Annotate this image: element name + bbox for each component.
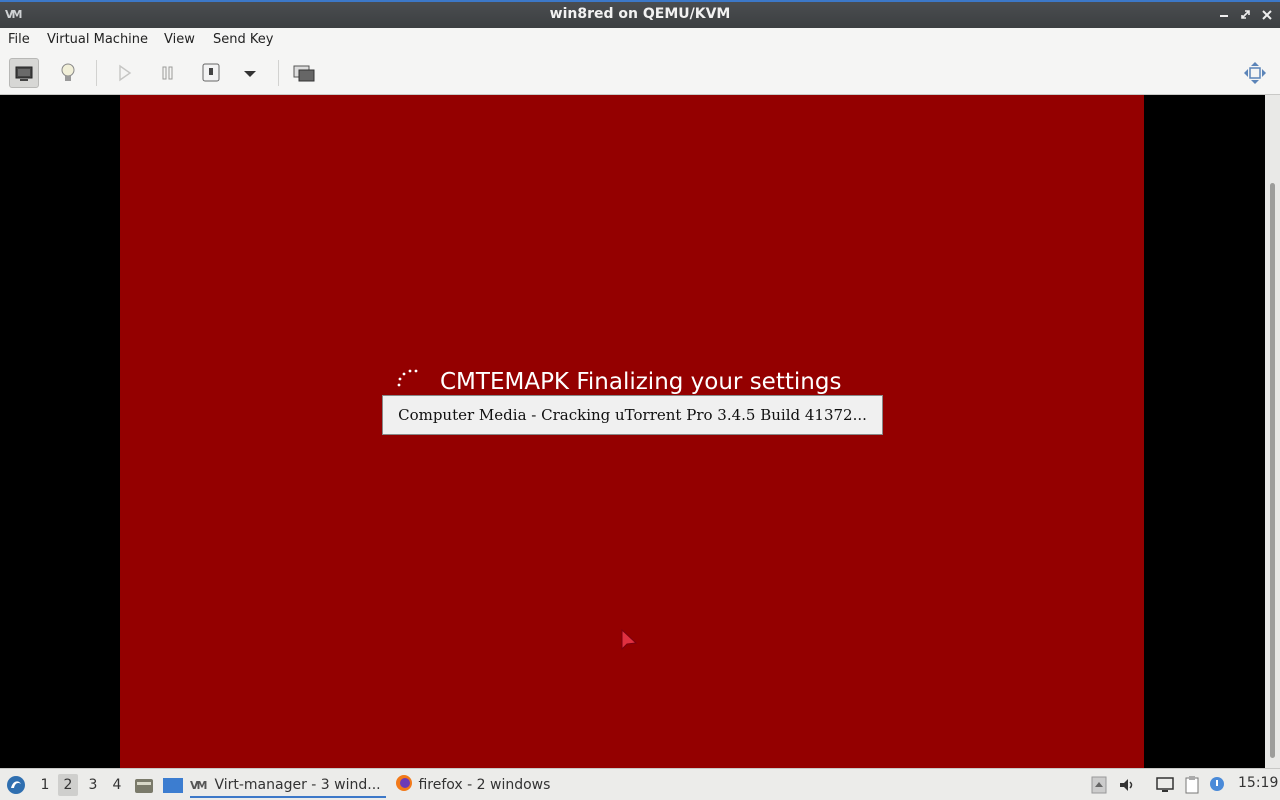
close-icon	[1262, 10, 1272, 20]
menu-bar: File Virtual Machine View Send Key	[0, 28, 1280, 52]
start-menu-icon	[7, 776, 25, 794]
shutdown-icon	[202, 63, 220, 82]
task-firefox[interactable]: firefox - 2 windows	[394, 772, 554, 798]
file-manager-launcher[interactable]	[133, 775, 155, 795]
menu-file[interactable]: File	[8, 32, 30, 47]
details-lightbulb-icon	[61, 63, 75, 81]
guest-screen[interactable]: CMTEMAPK Finalizing your settings Comput…	[120, 95, 1144, 768]
loading-spinner-icon	[397, 369, 418, 387]
menu-view[interactable]: View	[164, 32, 195, 47]
show-desktop-launcher[interactable]	[162, 775, 184, 795]
close-button[interactable]	[1257, 5, 1277, 25]
taskbar: 1 2 3 4 VM Virt-manager - 3 wind... fire…	[0, 768, 1280, 800]
workspace-3[interactable]: 3	[83, 774, 103, 796]
window-titlebar: VM win8red on QEMU/KVM	[0, 0, 1280, 28]
mouse-cursor-icon	[621, 629, 638, 651]
workspace-1[interactable]: 1	[35, 774, 55, 796]
firefox-icon	[396, 775, 412, 791]
clock: 15:19	[1238, 775, 1279, 791]
workspace-2[interactable]: 2	[58, 774, 78, 796]
network-icon	[1156, 777, 1174, 792]
tray-arrow-icon	[1091, 776, 1107, 794]
snapshots-icon	[293, 65, 315, 82]
menu-virtual-machine[interactable]: Virtual Machine	[47, 32, 148, 47]
toolbar-separator	[96, 60, 97, 86]
shutdown-dropdown-icon	[244, 71, 256, 77]
maximize-icon	[1241, 10, 1250, 19]
console-button[interactable]	[9, 58, 39, 88]
network-button[interactable]	[1155, 775, 1175, 795]
file-manager-icon	[135, 779, 153, 793]
details-button[interactable]	[53, 58, 83, 88]
updates-button[interactable]	[1207, 775, 1227, 795]
desktop-icon	[163, 778, 183, 793]
workspace-4[interactable]: 4	[107, 774, 127, 796]
volume-icon	[1120, 779, 1133, 791]
task-label: firefox - 2 windows	[418, 777, 551, 793]
fullscreen-icon	[1244, 62, 1266, 84]
pause-icon	[162, 66, 173, 80]
snapshots-button[interactable]	[289, 58, 319, 88]
pause-button[interactable]	[153, 58, 183, 88]
task-virt-manager[interactable]: VM Virt-manager - 3 wind...	[190, 772, 386, 798]
task-label: Virt-manager - 3 wind...	[214, 777, 381, 793]
vertical-scrollbar[interactable]	[1265, 95, 1280, 768]
shutdown-dropdown-button[interactable]	[235, 58, 265, 88]
maximize-button[interactable]	[1236, 5, 1256, 25]
start-menu-button[interactable]	[5, 774, 27, 796]
shutdown-button[interactable]	[196, 58, 226, 88]
clipboard-icon	[1185, 776, 1199, 794]
run-button[interactable]	[109, 58, 139, 88]
installer-popup: Computer Media - Cracking uTorrent Pro 3…	[382, 395, 883, 435]
updates-icon	[1210, 777, 1224, 791]
window-title: win8red on QEMU/KVM	[549, 6, 731, 22]
console-icon	[15, 66, 33, 81]
virt-manager-icon: VM	[190, 779, 207, 792]
minimize-button[interactable]	[1214, 5, 1234, 25]
toolbar-separator	[278, 60, 279, 86]
minimize-icon	[1220, 15, 1228, 17]
menu-send-key[interactable]: Send Key	[213, 32, 273, 47]
volume-button[interactable]	[1117, 775, 1137, 795]
scrollbar-thumb[interactable]	[1270, 183, 1275, 758]
clipboard-button[interactable]	[1182, 775, 1202, 795]
run-icon	[119, 64, 132, 82]
vm-display-viewport[interactable]: CMTEMAPK Finalizing your settings Comput…	[0, 95, 1265, 768]
fullscreen-button[interactable]	[1240, 58, 1270, 88]
tray-expand-button[interactable]	[1090, 775, 1108, 795]
setup-status-text: CMTEMAPK Finalizing your settings	[440, 369, 842, 395]
toolbar	[0, 52, 1280, 95]
